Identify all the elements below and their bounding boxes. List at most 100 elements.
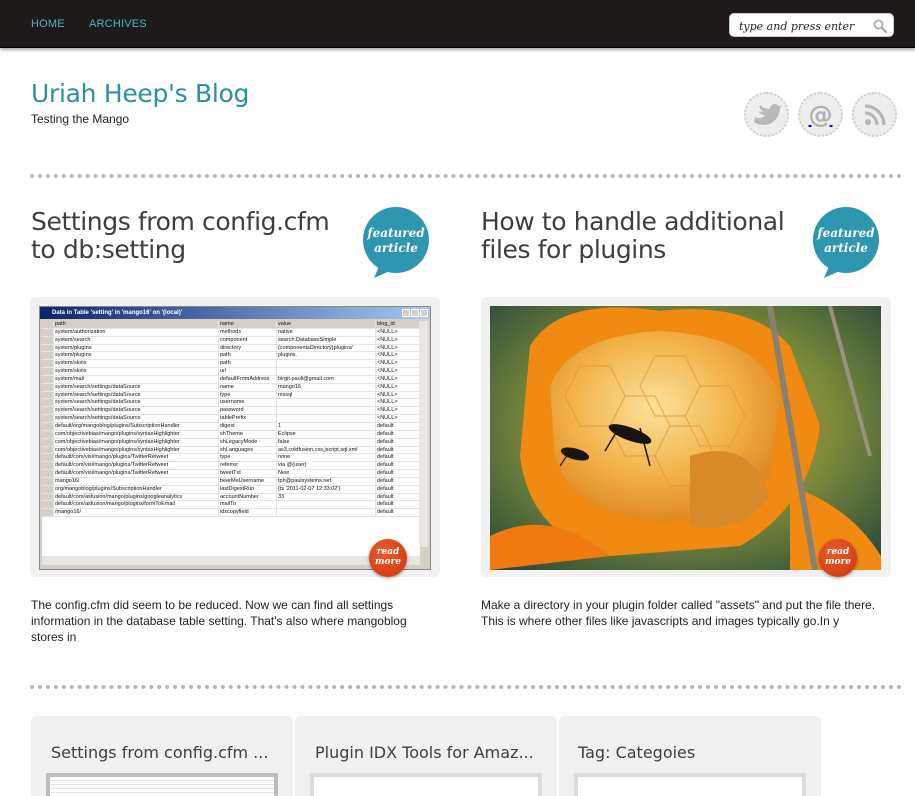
screenshot-table-row: system/plugins path plugins. <NULL> (42, 352, 420, 361)
screenshot-table-cell: url (219, 368, 277, 375)
screenshot-table-cell (277, 501, 376, 509)
screenshot-table-cell: system/search (54, 336, 219, 344)
screenshot-table-cell: path (219, 360, 277, 368)
screenshot-table-row: system/search/settings/dataSource tablePr… (42, 415, 420, 423)
screenshot-table-cell: username (219, 399, 277, 407)
read-more-button-1[interactable]: read more (369, 539, 407, 577)
screenshot-table-cell: default/com/asfusion/mango/plugins/formT… (54, 501, 219, 509)
screenshot-table-cell: tweetTxt (219, 470, 277, 477)
post-card-thumb-2[interactable] (310, 773, 542, 796)
post-card-thumb-1[interactable] (46, 773, 278, 796)
screenshot-table-cell: as3,coldfusion,css,jscript,sql,xml (277, 446, 376, 454)
screenshot-table-cell: com/objectivebias/mango/plugins/syntaxHi… (54, 438, 219, 446)
screenshot-table-row: system/search/settings/dataSource usernam… (42, 399, 420, 408)
featured-title-1[interactable]: Settings from config.cfm to db:setting (31, 208, 361, 264)
screenshot-table-cell: digest (219, 422, 277, 430)
email-icon[interactable]: @ (798, 92, 843, 137)
featured-image-2[interactable] (490, 306, 881, 570)
screenshot-table-cell (277, 360, 376, 368)
screenshot-table-cell: default/com/visi/mango/plugins/TwitterRe… (54, 462, 219, 470)
screenshot-table-cell: false (277, 438, 376, 446)
screenshot-table-cell: component (219, 336, 277, 344)
screenshot-table-cell: mango16 (277, 383, 376, 391)
featured-image-1[interactable]: Data in Table 'setting' in 'mango16' on … (39, 306, 431, 570)
screenshot-table-cell: {componentsDirectory}plugins/ (277, 344, 376, 352)
twitter-icon[interactable] (744, 92, 789, 137)
screenshot-table-cell: default (376, 493, 420, 501)
screenshot-table-cell: system/search/settings/dataSource (54, 391, 219, 399)
screenshot-table-cell: system/skins (54, 368, 219, 375)
screenshot-table-cell: <NULL> (376, 368, 420, 375)
screenshot-table-cell: default (376, 430, 420, 438)
screenshot-table-cell: default/com/visi/mango/plugins/TwitterRe… (54, 470, 219, 477)
screenshot-table-cell: birgit.pauli@gmail.com (277, 375, 376, 383)
featured-excerpt-1: The config.cfm did seem to be reduced. N… (31, 598, 407, 644)
post-card-title-1[interactable]: Settings from config.cfm ... (51, 743, 268, 762)
screenshot-table-cell: 1 (277, 422, 376, 430)
read-more-button-2[interactable]: read more (819, 539, 857, 577)
nav-home-link[interactable]: HOME (31, 18, 65, 30)
top-navigation-bar: HOME ARCHIVES (0, 0, 915, 48)
screenshot-table-cell: <NULL> (376, 360, 420, 368)
screenshot-table-cell: path (219, 352, 277, 360)
screenshot-table-cell: shTheme (219, 430, 277, 438)
screenshot-table-cell: system/plugins (54, 352, 219, 360)
screenshot-table-cell: <NULL> (376, 375, 420, 383)
screenshot-table-cell (277, 407, 376, 415)
screenshot-table-cell: methods (219, 328, 277, 336)
screenshot-table-cell (277, 368, 376, 375)
screenshot-table-cell: com/objectivebias/mango/plugins/syntaxHi… (54, 430, 219, 438)
featured-badge-1: featured article (362, 206, 430, 278)
screenshot-table-row: default/com/asfusion/mango/plugins/formT… (42, 501, 420, 510)
screenshot-table-cell: system/skins (54, 360, 219, 368)
screenshot-table-cell: <NULL> (376, 344, 420, 352)
screenshot-table-row: system/plugins directory {componentsDirect… (42, 344, 420, 353)
screenshot-table-cell: <NULL> (376, 383, 420, 391)
screenshot-table-cell: accountNumber (219, 493, 277, 501)
screenshot-table-cell: plugins. (277, 352, 376, 360)
search-box (729, 13, 894, 37)
search-input[interactable] (739, 18, 874, 34)
screenshot-table-cell: tph@paulsystems.net (277, 477, 376, 485)
screenshot-table-cell: <NULL> (376, 336, 420, 344)
screenshot-table-cell: default (376, 438, 420, 446)
search-icon[interactable] (873, 19, 887, 33)
divider (30, 174, 902, 178)
screenshot-table-cell: system/authorization (54, 328, 219, 336)
screenshot-table-cell: name (219, 383, 277, 391)
screenshot-table-cell: org/mangoblog/plugins/SubscriptionHandle… (54, 485, 219, 493)
screenshot-column-header: blog_id (376, 321, 420, 328)
screenshot-table-cell: New (277, 470, 376, 477)
site-title[interactable]: Uriah Heep's Blog (31, 79, 249, 108)
featured-badge-2: featured article (812, 206, 880, 278)
screenshot-table-cell: system/search/settings/dataSource (54, 399, 219, 407)
screenshot-table-row: system/authorization methods native <NULL> (42, 328, 420, 337)
screenshot-table-cell (277, 509, 376, 517)
nav-archives-link[interactable]: ARCHIVES (89, 18, 147, 30)
post-card-title-2[interactable]: Plugin IDX Tools for Amaz... (315, 743, 534, 762)
featured-title-2[interactable]: How to handle additional files for plugi… (481, 208, 811, 264)
screenshot-table-cell: default (376, 470, 420, 477)
screenshot-table-cell: <NULL> (376, 328, 420, 336)
screenshot-table-cell: type (219, 454, 277, 462)
rss-icon[interactable] (852, 92, 897, 137)
screenshot-table-cell: system/mail (54, 375, 219, 383)
screenshot-table-cell: default/com/asfusion/mango/plugins/googl… (54, 493, 219, 501)
screenshot-table-cell: default (376, 422, 420, 430)
screenshot-table-row: org/mangoblog/plugins/SubscriptionHandle… (42, 485, 420, 494)
screenshot-table-row: default/com/asfusion/mango/plugins/googl… (42, 493, 420, 502)
screenshot-table-row: system/search/settings/dataSource name man… (42, 383, 420, 392)
screenshot-column-header: path (54, 321, 219, 328)
screenshot-table-cell: default (376, 501, 420, 509)
screenshot-table-cell: <NULL> (376, 407, 420, 415)
screenshot-table-cell: <NULL> (376, 352, 420, 360)
post-card-title-3[interactable]: Tag: Categoies (578, 743, 695, 762)
screenshot-table-row: com/objectivebias/mango/plugins/syntaxHi… (42, 446, 420, 455)
screenshot-table-cell: <NULL> (376, 399, 420, 407)
screenshot-table-cell: defaultFromAddress (219, 375, 277, 383)
featured-excerpt-2: Make a directory in your plugin folder c… (481, 598, 876, 628)
screenshot-table-cell: system/search/settings/dataSource (54, 407, 219, 415)
screenshot-table-cell: mango16/ (54, 477, 219, 485)
post-card-thumb-3[interactable] (574, 773, 806, 796)
screenshot-table-cell: mailTo (219, 501, 277, 509)
